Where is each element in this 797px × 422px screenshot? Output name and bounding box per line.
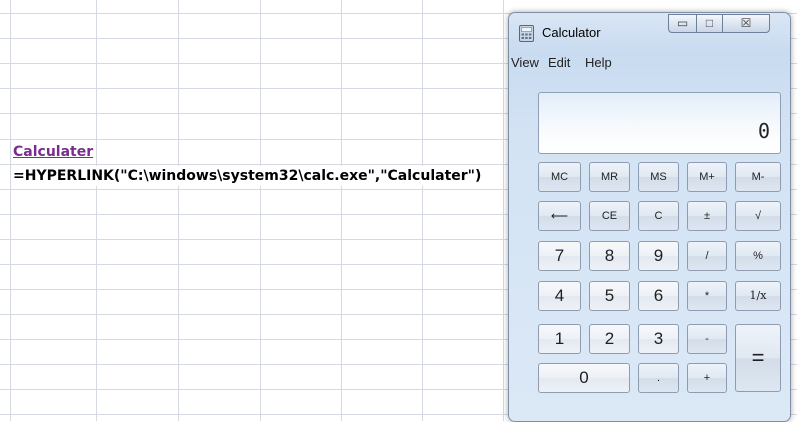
key-reciprocal[interactable]: 1/x [735,281,781,311]
menu-edit[interactable]: Edit [548,55,570,70]
key-2[interactable]: 2 [589,324,630,354]
key-multiply[interactable]: * [687,281,727,311]
key-label: % [753,250,763,262]
key-8[interactable]: 8 [589,241,630,271]
key-subtract[interactable]: - [687,324,727,354]
close-button[interactable]: ☒ [722,14,770,33]
window-title: Calculator [542,25,601,40]
key-percent[interactable]: % [735,241,781,271]
grid-col-line [503,0,504,421]
key-label: MR [600,171,619,183]
backspace-arrow-icon: ⟵ [550,209,569,223]
key-label: . [656,372,661,384]
key-3[interactable]: 3 [638,324,679,354]
menu-bar: View Edit Help [509,53,790,75]
key-sqrt[interactable]: √ [735,201,781,231]
menu-view[interactable]: View [511,55,539,70]
key-label: CE [601,210,618,222]
menu-help[interactable]: Help [585,55,612,70]
key-backspace[interactable]: ⟵ [538,201,581,231]
key-label: 1 [554,329,565,348]
key-label: ± [703,210,711,222]
key-label: MS [650,171,667,183]
calculator-icon [519,25,534,42]
hyperlink-cell[interactable]: Calculater [13,142,96,162]
key-1[interactable]: 1 [538,324,581,354]
key-label: MC [550,171,569,183]
key-5[interactable]: 5 [589,281,630,311]
title-bar[interactable]: Calculator ▭ □ ☒ [509,13,790,47]
formula-cell[interactable]: =HYPERLINK("C:\windows\system32\calc.exe… [13,166,484,186]
key-equals[interactable]: = [735,324,781,392]
grid-col-line [96,0,97,421]
key-ce[interactable]: CE [589,201,630,231]
key-label: M- [751,171,765,183]
grid-col-line [422,0,423,421]
key-plus-minus[interactable]: ± [687,201,727,231]
key-label: 6 [653,286,664,305]
key-label: 8 [604,246,615,265]
key-label: 1/x [749,289,767,302]
key-6[interactable]: 6 [638,281,679,311]
key-mr[interactable]: MR [589,162,630,192]
key-c[interactable]: C [638,201,679,231]
maximize-button[interactable]: □ [696,14,723,33]
key-9[interactable]: 9 [638,241,679,271]
key-label: 5 [604,286,615,305]
close-icon: ☒ [740,16,752,30]
key-label: √ [754,210,762,222]
key-label: = [751,345,765,370]
key-label: C [654,210,663,222]
key-7[interactable]: 7 [538,241,581,271]
calculator-window: Calculator ▭ □ ☒ View Edit Help 0 MC MR … [508,12,791,422]
grid-col-line [10,0,11,421]
key-label: 4 [554,286,565,305]
calculator-display: 0 [538,92,781,154]
key-mc[interactable]: MC [538,162,581,192]
key-add[interactable]: + [687,363,727,393]
key-label: 3 [653,329,664,348]
key-m-plus[interactable]: M+ [687,162,727,192]
key-label: * [704,290,710,302]
key-divide[interactable]: / [687,241,727,271]
key-label: M+ [699,171,715,183]
display-value: 0 [757,119,770,143]
key-label: 2 [604,329,615,348]
grid-col-line [178,0,179,421]
minimize-button[interactable]: ▭ [668,14,697,33]
key-0[interactable]: 0 [538,363,630,393]
key-label: 9 [653,246,664,265]
key-label: / [705,250,709,262]
key-label: + [703,372,711,384]
key-ms[interactable]: MS [638,162,679,192]
key-decimal[interactable]: . [638,363,679,393]
grid-col-line [260,0,261,421]
key-label: 0 [579,368,589,387]
key-label: 7 [554,246,565,265]
key-label: - [705,333,709,345]
key-m-minus[interactable]: M- [735,162,781,192]
grid-col-line [341,0,342,421]
key-4[interactable]: 4 [538,281,581,311]
maximize-icon: □ [705,16,714,30]
minimize-icon: ▭ [676,16,689,30]
